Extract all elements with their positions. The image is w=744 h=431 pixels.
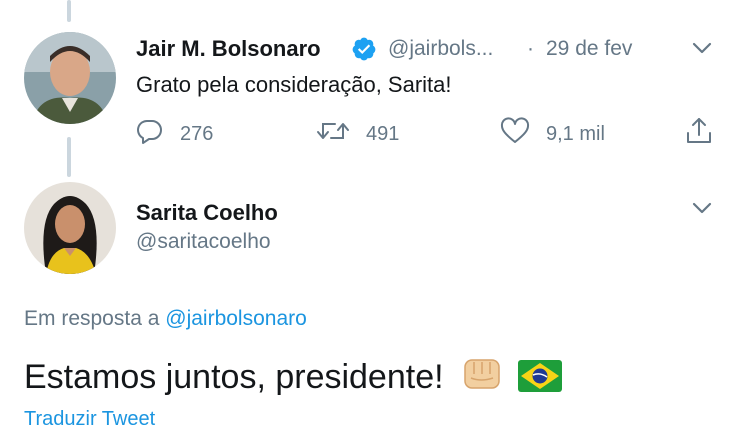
retweet-count: 491 bbox=[366, 122, 400, 145]
avatar-bolsonaro[interactable] bbox=[24, 32, 116, 124]
avatar-sarita[interactable] bbox=[24, 182, 116, 274]
author-handle[interactable]: @saritacoelho bbox=[136, 230, 271, 254]
author-name[interactable]: Sarita Coelho bbox=[136, 200, 278, 226]
tweet-text-content: Estamos juntos, presidente! bbox=[24, 358, 444, 396]
retweet-button[interactable]: 491 bbox=[316, 117, 399, 151]
author-handle[interactable]: @jairbols... bbox=[388, 37, 493, 61]
thread-line-middle bbox=[67, 137, 71, 177]
share-icon[interactable] bbox=[684, 116, 714, 151]
verified-badge-icon bbox=[351, 36, 377, 67]
reply-context: Em resposta a @jairbolsonaro bbox=[24, 307, 307, 331]
like-button[interactable]: 9,1 mil bbox=[500, 117, 605, 151]
reply-icon bbox=[136, 117, 180, 151]
brazil-flag-icon bbox=[518, 360, 563, 401]
chevron-down-icon[interactable] bbox=[690, 38, 714, 63]
reply-handle-link[interactable]: @jairbolsonaro bbox=[165, 307, 307, 330]
separator-dot: · bbox=[527, 37, 534, 60]
heart-icon bbox=[500, 117, 546, 151]
tweet-text: Grato pela consideração, Sarita! bbox=[136, 72, 452, 97]
like-count: 9,1 mil bbox=[546, 122, 605, 145]
reply-count: 276 bbox=[180, 122, 214, 145]
reply-button[interactable]: 276 bbox=[136, 117, 213, 151]
tweet-date[interactable]: 29 de fev bbox=[546, 37, 632, 61]
tweet-text: Estamos juntos, presidente! bbox=[24, 356, 563, 401]
author-name[interactable]: Jair M. Bolsonaro bbox=[136, 36, 321, 62]
chevron-down-icon[interactable] bbox=[690, 198, 714, 223]
retweet-icon bbox=[316, 117, 366, 151]
thread-line-top bbox=[67, 0, 71, 22]
reply-prefix: Em resposta a bbox=[24, 307, 160, 330]
fist-emoji-icon bbox=[463, 356, 503, 401]
